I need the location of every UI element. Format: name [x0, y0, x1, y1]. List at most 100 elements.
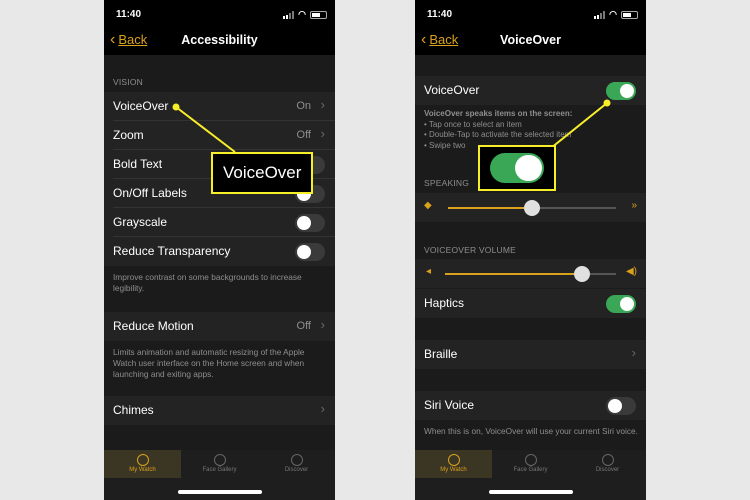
row-label: Zoom — [113, 128, 144, 142]
status-icons: ◠ — [283, 9, 327, 20]
wifi-icon: ◠ — [298, 9, 306, 19]
tab-bar: My Watch Face Gallery Discover — [104, 450, 335, 500]
row-zoom[interactable]: Zoom Off › — [104, 121, 335, 150]
volume-low-icon: ◂ — [426, 266, 432, 277]
tab-face-gallery[interactable]: Face Gallery — [181, 450, 258, 478]
description-item: • Double-Tap to activate the selected it… — [424, 130, 572, 139]
row-chimes[interactable]: Chimes › — [104, 396, 335, 425]
battery-icon — [621, 10, 638, 19]
chevron-right-icon: › — [320, 97, 325, 112]
tab-label: Discover — [595, 467, 620, 473]
nav-bar: ‹ Back VoiceOver — [415, 28, 646, 54]
siri-voice-footer: When this is on, VoiceOver will use your… — [424, 426, 638, 436]
tab-label: Face Gallery — [513, 467, 548, 473]
section-header-volume: VOICEOVER VOLUME — [424, 245, 516, 255]
battery-icon — [310, 10, 327, 19]
status-icons: ◠ — [594, 9, 638, 20]
tab-face-gallery[interactable]: Face Gallery — [492, 450, 569, 478]
tab-label: Face Gallery — [202, 467, 237, 473]
slider-fill — [448, 207, 532, 209]
watch-icon — [447, 454, 460, 466]
volume-high-icon: ◀) — [625, 266, 637, 277]
page-title: VoiceOver — [500, 33, 561, 47]
section-header-vision: VISION — [113, 77, 144, 87]
row-label: Reduce Motion — [113, 319, 194, 333]
chevron-right-icon: › — [320, 401, 325, 416]
signal-icon — [283, 10, 295, 19]
watch-icon — [136, 454, 149, 466]
chevron-right-icon: › — [320, 126, 325, 141]
status-time: 11:40 — [116, 9, 142, 20]
row-label: VoiceOver — [424, 83, 480, 97]
compass-icon — [290, 454, 303, 466]
turtle-icon: ◆ — [424, 200, 432, 211]
tab-label: My Watch — [440, 467, 467, 473]
speaking-rate-slider[interactable] — [448, 200, 616, 216]
row-voiceover[interactable]: VoiceOver On › — [104, 92, 335, 121]
watch-face-icon — [213, 454, 226, 466]
transparency-footer: Improve contrast on some backgrounds to … — [113, 272, 302, 293]
status-bar: 11:40 ◠ — [104, 0, 335, 28]
compass-icon — [601, 454, 614, 466]
description-title: VoiceOver speaks items on the screen: — [424, 109, 573, 118]
home-indicator[interactable] — [178, 490, 262, 494]
chevron-right-icon: › — [320, 317, 325, 332]
home-indicator[interactable] — [489, 490, 573, 494]
voiceover-settings: VoiceOver VoiceOver speaks items on the … — [415, 55, 646, 450]
row-label: On/Off Labels — [113, 186, 187, 200]
grayscale-toggle[interactable] — [295, 214, 325, 232]
tab-discover[interactable]: Discover — [569, 450, 646, 478]
settings-list: VISION VoiceOver On › Zoom Off › Bold Te… — [104, 55, 335, 450]
motion-footer: Limits animation and automatic resizing … — [113, 347, 305, 379]
row-label: VoiceOver — [113, 99, 169, 113]
row-label: Bold Text — [113, 157, 163, 171]
tab-my-watch[interactable]: My Watch — [415, 450, 492, 478]
tab-label: My Watch — [129, 467, 156, 473]
speaking-rate-row: ◆ » — [415, 193, 646, 222]
voiceover-callout-label: VoiceOver — [211, 152, 314, 194]
description-item: • Tap once to select an item — [424, 119, 522, 129]
section-header-speaking: SPEAKING — [424, 178, 470, 188]
row-label: Braille — [424, 347, 458, 361]
row-label: Reduce Transparency — [113, 244, 231, 258]
rabbit-icon: » — [631, 200, 637, 211]
tab-discover[interactable]: Discover — [258, 450, 335, 478]
row-label: Haptics — [424, 296, 465, 310]
row-value: Off — [296, 129, 311, 141]
wifi-icon: ◠ — [609, 9, 617, 19]
volume-row: ◂ ◀) — [415, 259, 646, 288]
slider-fill — [445, 273, 582, 275]
row-siri-voice: Siri Voice — [415, 391, 646, 420]
haptics-toggle[interactable] — [606, 295, 636, 313]
page-title: Accessibility — [181, 33, 258, 47]
voiceover-toggle-callout — [478, 145, 556, 191]
row-voiceover: VoiceOver — [415, 76, 646, 105]
tab-label: Discover — [284, 467, 309, 473]
nav-bar: ‹ Back Accessibility — [104, 28, 335, 54]
row-label: Chimes — [113, 403, 154, 417]
row-braille[interactable]: Braille › — [415, 340, 646, 369]
row-grayscale: Grayscale — [104, 208, 335, 237]
phone-screen-voiceover: 11:40 ◠ ‹ Back VoiceOver VoiceOver Voice… — [415, 0, 646, 500]
watch-face-icon — [524, 454, 537, 466]
row-label: Grayscale — [113, 215, 168, 229]
voiceover-toggle-enlarged — [490, 153, 544, 183]
status-time: 11:40 — [427, 9, 453, 20]
row-haptics: Haptics — [415, 289, 646, 318]
volume-slider[interactable] — [445, 266, 616, 282]
tab-bar: My Watch Face Gallery Discover — [415, 450, 646, 500]
voiceover-toggle[interactable] — [606, 82, 636, 100]
phone-screen-accessibility: 11:40 ◠ ‹ Back Accessibility VISION Voic… — [104, 0, 335, 500]
reduce-transparency-toggle[interactable] — [295, 243, 325, 261]
tab-my-watch[interactable]: My Watch — [104, 450, 181, 478]
row-value: Off — [296, 320, 311, 332]
status-bar: 11:40 ◠ — [415, 0, 646, 28]
row-reduce-transparency: Reduce Transparency — [104, 237, 335, 266]
row-label: Siri Voice — [424, 398, 475, 412]
siri-voice-toggle[interactable] — [606, 397, 636, 415]
chevron-right-icon: › — [631, 345, 636, 360]
slider-thumb[interactable] — [524, 200, 540, 216]
row-reduce-motion[interactable]: Reduce Motion Off › — [104, 312, 335, 341]
slider-thumb[interactable] — [573, 266, 590, 282]
signal-icon — [594, 10, 606, 19]
